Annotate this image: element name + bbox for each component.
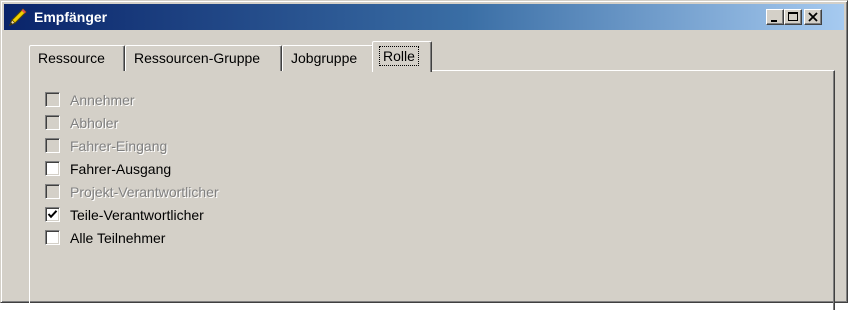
checkbox-label[interactable]: Alle Teilnehmer (70, 229, 165, 247)
window-title: Empfänger (34, 9, 108, 25)
tab-label: Rolle (379, 46, 419, 66)
checkbox-label: Fahrer-Eingang (70, 138, 168, 154)
checkbox-label: Annehmer (70, 92, 135, 108)
tab-label: Jobgruppe (291, 50, 358, 66)
checkbox[interactable] (45, 230, 60, 245)
maximize-icon (788, 12, 798, 21)
checkbox-label[interactable]: Teile-Verantwortlicher (70, 206, 204, 224)
checkbox (45, 138, 60, 153)
pencil-icon (8, 7, 28, 27)
minimize-icon (771, 20, 777, 22)
checkbox (45, 92, 60, 107)
tab-label: Ressourcen-Gruppe (134, 50, 261, 66)
title-bar[interactable]: Empfänger (4, 4, 844, 30)
minimize-button[interactable] (766, 9, 784, 25)
tab-ressource[interactable]: Ressource (29, 45, 125, 71)
dialog-window: Empfänger Ressource Ressourcen-Gruppe Jo… (0, 0, 848, 310)
tab-label: Ressource (38, 50, 105, 66)
checkbox (45, 115, 60, 130)
checkbox (45, 184, 60, 199)
checkmark-icon (47, 210, 58, 219)
close-icon (808, 12, 818, 22)
maximize-button[interactable] (784, 9, 802, 25)
checkbox-label: Projekt-Verantwortlicher (70, 184, 219, 200)
close-button[interactable] (804, 9, 822, 25)
checkbox[interactable] (45, 161, 60, 176)
checkbox-checked[interactable] (45, 207, 60, 222)
checkbox-label: Abholer (70, 115, 119, 131)
tab-rolle[interactable]: Rolle (372, 41, 432, 72)
tab-jobgruppe[interactable]: Jobgruppe (282, 45, 374, 71)
checkbox-label[interactable]: Fahrer-Ausgang (70, 160, 171, 178)
tab-ressourcen-gruppe[interactable]: Ressourcen-Gruppe (125, 45, 282, 71)
